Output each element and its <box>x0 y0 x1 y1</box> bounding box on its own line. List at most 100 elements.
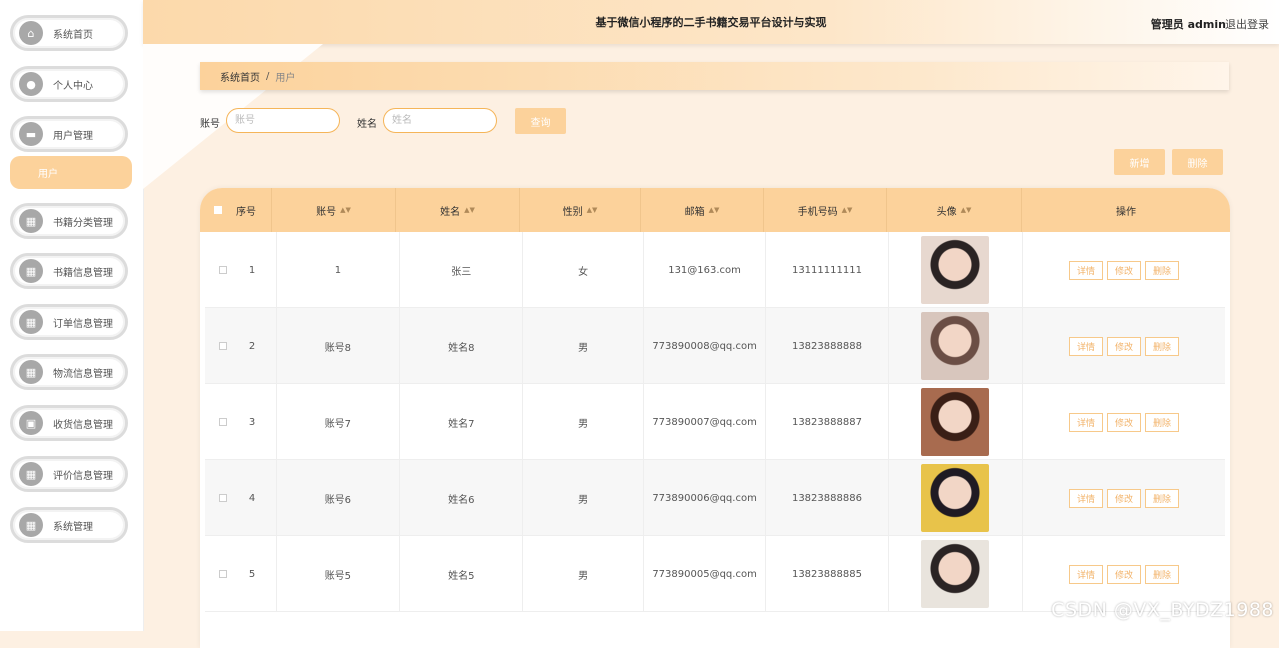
grid-icon: ▦ <box>19 209 43 233</box>
delete-button[interactable]: 删除 <box>1145 412 1179 432</box>
add-button[interactable]: 新增 <box>1114 149 1165 175</box>
edit-button[interactable]: 修改 <box>1107 564 1141 584</box>
briefcase-icon: ▣ <box>19 411 43 435</box>
sort-icon: ▲▼ <box>340 206 351 214</box>
sidebar-item-book-category[interactable]: ▦ 书籍分类管理 <box>10 203 128 239</box>
cell-index: 2 <box>248 340 256 352</box>
cell-index: 2 <box>241 308 277 384</box>
column-header[interactable]: 手机号码 ▲▼ <box>764 188 887 232</box>
sidebar-item-label: 评价信息管理 <box>53 470 113 482</box>
cell-name: 姓名8 <box>400 308 524 384</box>
sidebar-item-label: 书籍分类管理 <box>53 217 113 229</box>
detail-button[interactable]: 详情 <box>1069 488 1103 508</box>
sidebar-item-order-info[interactable]: ▦ 订单信息管理 <box>10 304 128 340</box>
cell-name: 姓名6 <box>448 494 475 506</box>
cell-index: 3 <box>248 416 256 428</box>
sidebar-item-book-info[interactable]: ▦ 书籍信息管理 <box>10 253 128 289</box>
cell-account: 1 <box>277 232 401 308</box>
sort-icon: ▲▼ <box>708 206 720 214</box>
cell-name: 姓名5 <box>448 570 475 582</box>
cell-account: 账号7 <box>277 384 401 460</box>
cell-name: 姓名7 <box>448 418 475 430</box>
sidebar-item-label: 订单信息管理 <box>53 318 113 330</box>
sort-icon: ▲▼ <box>960 206 972 214</box>
avatar <box>921 540 990 608</box>
cell-index: 5 <box>248 568 256 580</box>
edit-button[interactable]: 修改 <box>1107 260 1141 280</box>
row-checkbox[interactable] <box>218 342 227 350</box>
row-checkbox[interactable] <box>218 418 227 426</box>
sidebar-item-review-info[interactable]: ▦ 评价信息管理 <box>10 456 128 492</box>
table-row: 2 账号8 姓名8 男 773890008@qq.com 13823888888 详情 修改删… <box>205 308 1225 384</box>
edit-button[interactable]: 修改 <box>1107 488 1141 508</box>
batch-delete-button[interactable]: 删除 <box>1172 149 1223 175</box>
column-header[interactable]: 头像 ▲▼ <box>887 188 1022 232</box>
query-button[interactable]: 查询 <box>515 108 566 134</box>
avatar <box>921 388 990 456</box>
cell-index: 5 <box>241 536 277 612</box>
cell-email: 773890007@qq.com <box>644 384 767 460</box>
detail-button[interactable]: 详情 <box>1069 564 1103 584</box>
sidebar: ⌂ 系统首页 ● 个人中心 ▬ 用户管理 用户 ▦ 书籍分类管理 ▦ 书籍信息管… <box>0 0 144 631</box>
select-all-checkbox[interactable] <box>214 206 222 214</box>
sidebar-item-system[interactable]: ▦ 系统管理 <box>10 507 128 543</box>
sidebar-item-delivery-info[interactable]: ▣ 收货信息管理 <box>10 405 128 441</box>
delete-button[interactable]: 删除 <box>1145 488 1179 508</box>
cell-gender: 男 <box>523 460 644 536</box>
row-checkbox[interactable] <box>218 266 227 274</box>
breadcrumb-home[interactable]: 系统首页 <box>220 69 260 84</box>
column-header: 操作 <box>1116 206 1136 218</box>
edit-button[interactable]: 修改 <box>1107 336 1141 356</box>
cell-name: 姓名7 <box>400 384 524 460</box>
delete-button[interactable]: 删除 <box>1145 564 1179 584</box>
sidebar-item-home[interactable]: ⌂ 系统首页 <box>10 15 128 51</box>
cell-phone: 13823888887 <box>766 384 889 460</box>
column-header[interactable]: 性别 ▲▼ <box>520 188 641 232</box>
current-user: 管理员 admin <box>1150 18 1226 31</box>
cell-actions: 详情 修改 删除 <box>1023 384 1225 460</box>
person-icon: ● <box>19 72 43 96</box>
column-header[interactable]: 姓名 ▲▼ <box>396 188 520 232</box>
sidebar-item-user-management[interactable]: ▬ 用户管理 <box>10 116 128 152</box>
column-header[interactable]: 账号 ▲▼ <box>272 188 396 232</box>
home-icon: ⌂ <box>19 21 43 45</box>
cell-gender: 男 <box>523 384 644 460</box>
detail-button[interactable]: 详情 <box>1069 260 1103 280</box>
row-checkbox[interactable] <box>218 570 227 578</box>
column-header[interactable]: 邮箱 ▲▼ <box>641 188 764 232</box>
avatar <box>921 464 990 532</box>
cell-actions: 详情 修改 删除 <box>1023 460 1225 536</box>
account-label: 账号 <box>200 119 220 130</box>
sidebar-item-profile[interactable]: ● 个人中心 <box>10 66 128 102</box>
cell-name: 姓名8 <box>448 342 475 354</box>
cell-email: 773890006@qq.com <box>652 492 757 504</box>
row-checkbox[interactable] <box>218 494 227 502</box>
cell-phone: 13823888886 <box>791 492 862 504</box>
cell-account: 账号5 <box>324 570 352 582</box>
sidebar-item-logistics-info[interactable]: ▦ 物流信息管理 <box>10 354 128 390</box>
delete-button[interactable]: 删除 <box>1145 336 1179 356</box>
delete-button[interactable]: 删除 <box>1145 260 1179 280</box>
cell-gender: 男 <box>523 308 644 384</box>
cell-index: 4 <box>241 460 277 536</box>
table-row: 1 1 张三 女 131@163.com 13111111111 详情 修改 删除 <box>205 232 1225 308</box>
edit-button[interactable]: 修改 <box>1107 412 1141 432</box>
cell-phone: 13823888886 <box>766 460 889 536</box>
cell-account: 账号6 <box>324 494 352 506</box>
breadcrumb-separator: / <box>266 70 270 82</box>
header-select-all[interactable] <box>200 188 236 232</box>
sidebar-subitem-users[interactable]: 用户 <box>10 156 132 189</box>
cell-gender: 女 <box>523 232 644 308</box>
cell-account: 账号7 <box>324 418 352 430</box>
detail-button[interactable]: 详情 <box>1069 336 1103 356</box>
cell-email: 773890005@qq.com <box>644 536 767 612</box>
logout-link[interactable]: 退出登录 <box>1225 16 1269 32</box>
cell-email: 773890005@qq.com <box>652 568 757 580</box>
account-search-input[interactable] <box>226 108 340 133</box>
cell-select <box>205 460 241 536</box>
name-search-input[interactable] <box>383 108 497 133</box>
cell-avatar <box>889 232 1023 308</box>
detail-button[interactable]: 详情 <box>1069 412 1103 432</box>
cell-select <box>205 232 241 308</box>
cell-email: 131@163.com <box>668 264 741 276</box>
